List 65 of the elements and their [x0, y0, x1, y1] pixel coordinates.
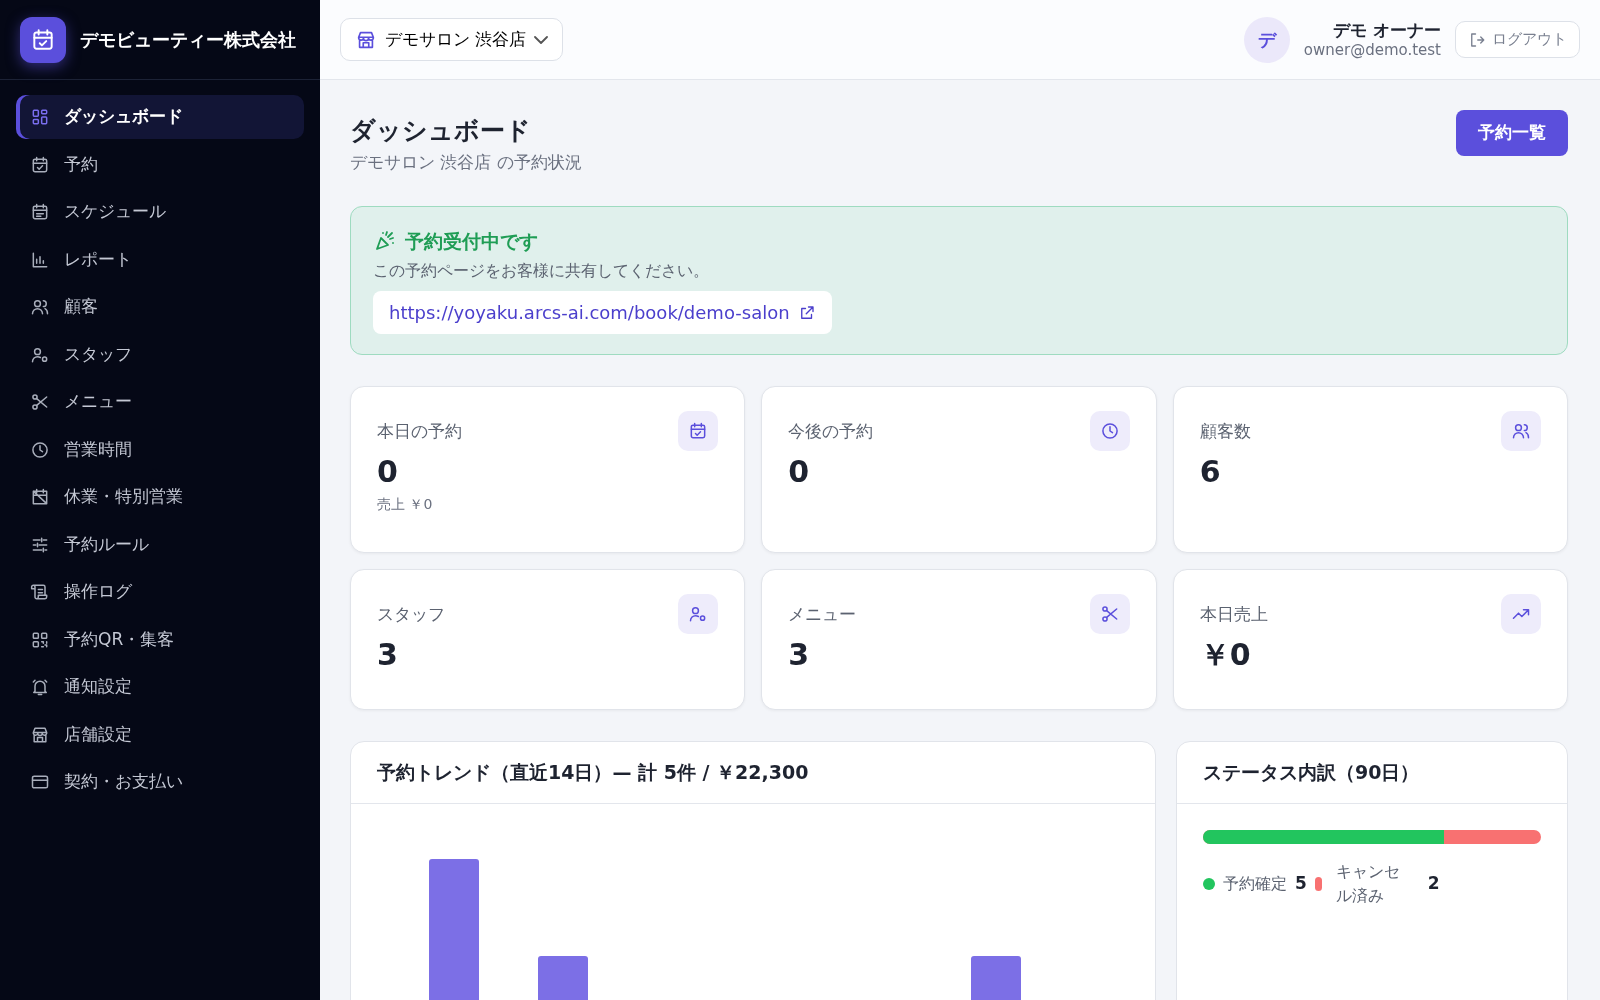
grid-icon [30, 107, 50, 127]
sidebar-item[interactable]: 休業・特別営業 [16, 475, 304, 519]
reservation-list-button[interactable]: 予約一覧 [1456, 110, 1568, 156]
sidebar-item[interactable]: 操作ログ [16, 570, 304, 614]
stat-note: 売上 ￥0 [377, 495, 434, 514]
credit-card-icon [30, 772, 50, 792]
panel-title: 予約トレンド（直近14日）— 計 5件 / ￥22,300 [351, 742, 1155, 804]
user-name: デモ オーナー [1332, 19, 1441, 41]
legend-label: 予約確定 [1223, 872, 1287, 895]
sidebar-item[interactable]: 顧客 [16, 285, 304, 329]
scroll-icon [30, 582, 50, 602]
stat-label: 本日売上 [1199, 603, 1268, 626]
stat-value: 0 [377, 453, 399, 491]
booking-link[interactable]: https://yoyaku.arcs-ai.com/book/demo-salon [373, 291, 832, 334]
sidebar-item[interactable]: 契約・お支払い [16, 760, 304, 804]
notice-title: 予約受付中です [405, 228, 538, 254]
stat-label: 今後の予約 [788, 420, 874, 443]
sidebar-item[interactable]: 店舗設定 [16, 712, 304, 757]
stat-label: スタッフ [377, 603, 445, 626]
party-popper-icon [373, 228, 397, 253]
notice-text: この予約ページをお客様に共有してください。 [373, 260, 710, 282]
sidebar-item[interactable]: メニュー [16, 380, 304, 424]
users-icon [1511, 421, 1531, 441]
user-avatar: デ [1243, 16, 1290, 63]
page-title: ダッシュボード [350, 116, 532, 146]
calendar-icon [30, 202, 50, 222]
chevron-down-icon [534, 35, 549, 44]
sidebar-item[interactable]: スタッフ [16, 332, 304, 377]
store-selector[interactable]: デモサロン 渋谷店 [340, 17, 564, 62]
sidebar-item[interactable]: レポート [16, 237, 304, 282]
page-subtitle: デモサロン 渋谷店 の予約状況 [350, 151, 582, 174]
calendar-check-icon [30, 154, 50, 175]
stat-value: ￥0 [1199, 636, 1252, 674]
sidebar-item[interactable]: 予約QR・集客 [16, 617, 304, 662]
sidebar-item[interactable]: 営業時間 [16, 427, 304, 472]
clock-icon [30, 439, 50, 460]
legend-label: キャンセル済み [1335, 860, 1401, 907]
user-email: owner@demo.test [1303, 40, 1441, 60]
calendar-check-icon [30, 26, 56, 53]
company-name: デモビューティー株式会社 [80, 28, 296, 52]
scissors-icon [1099, 604, 1120, 624]
stat-label: 本日の予約 [377, 420, 462, 443]
users-icon [30, 297, 50, 317]
chart-bar [971, 955, 1021, 1000]
logout-icon [1468, 30, 1486, 49]
sidebar-item[interactable]: 通知設定 [16, 665, 304, 709]
logout-button[interactable]: ログアウト [1455, 21, 1580, 58]
stat-label: 顧客数 [1199, 420, 1251, 443]
sidebar-item[interactable]: スケジュール [16, 190, 304, 234]
clock-icon [1099, 421, 1120, 441]
bell-icon [30, 677, 50, 697]
legend-count: 2 [1427, 871, 1440, 895]
calendar-off-icon [30, 487, 50, 507]
sidebar-item[interactable]: ダッシュボード [16, 95, 304, 139]
legend-count: 5 [1295, 871, 1307, 895]
scissors-icon [30, 392, 50, 412]
sidebar-item[interactable]: 予約ルール [16, 522, 304, 567]
chart-bar [538, 955, 588, 1000]
sidebar-item[interactable]: 予約 [16, 142, 304, 187]
panel-title: ステータス内訳（90日） [1177, 742, 1567, 804]
stat-value: 3 [377, 636, 399, 674]
stat-value: 0 [788, 453, 811, 491]
stat-label: メニュー [788, 603, 857, 626]
stat-value: 3 [788, 636, 811, 674]
stat-value: 6 [1199, 453, 1222, 491]
